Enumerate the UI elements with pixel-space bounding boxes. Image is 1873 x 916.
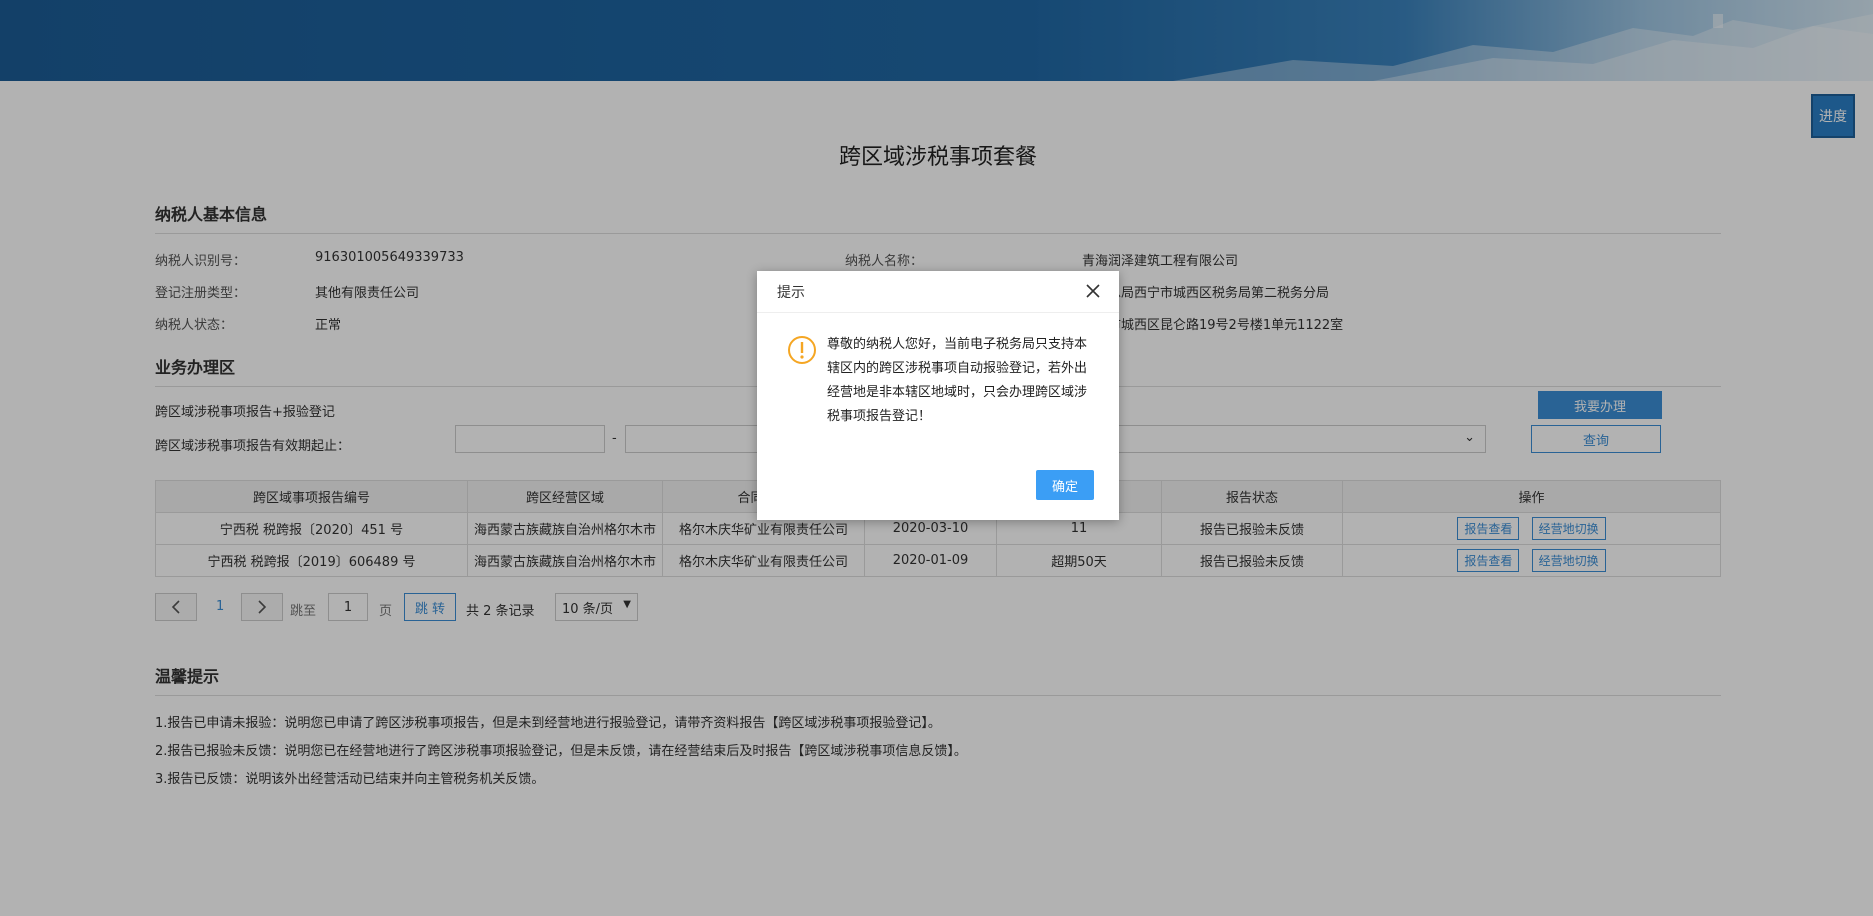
- dialog-message: 尊敬的纳税人您好，当前电子税务局只支持本辖区内的跨区涉税事项自动报验登记，若外出…: [827, 337, 1088, 424]
- dialog-body: 尊敬的纳税人您好，当前电子税务局只支持本辖区内的跨区涉税事项自动报验登记，若外出…: [757, 313, 1119, 429]
- confirm-button[interactable]: 确定: [1036, 470, 1094, 500]
- warning-icon: [788, 336, 816, 364]
- close-icon[interactable]: [1083, 281, 1103, 301]
- notice-dialog: 提示 尊敬的纳税人您好，当前电子税务局只支持本辖区内的跨区涉税事项自动报验登记，…: [757, 271, 1119, 520]
- dialog-header: 提示: [757, 271, 1119, 313]
- dialog-title: 提示: [777, 284, 805, 301]
